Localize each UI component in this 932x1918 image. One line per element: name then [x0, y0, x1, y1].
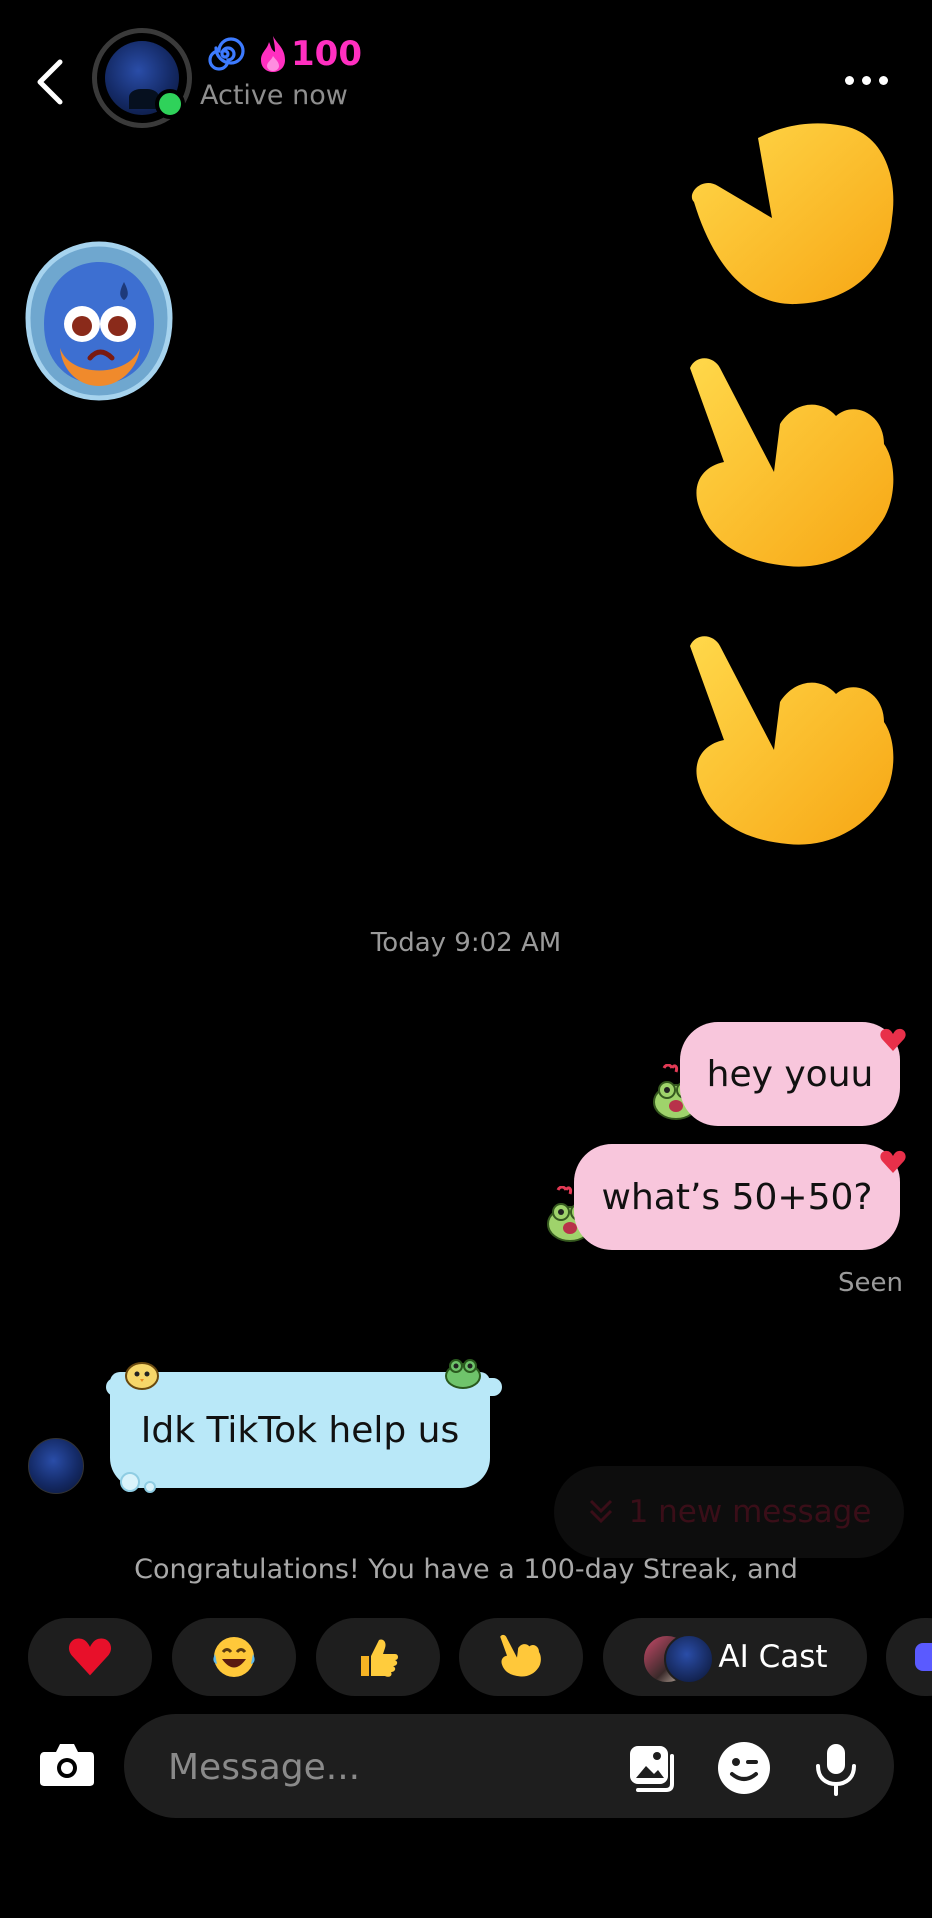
microphone-icon[interactable]: [808, 1740, 864, 1796]
message-composer[interactable]: [124, 1714, 894, 1820]
new-message-label: 1 new message: [628, 1494, 872, 1530]
new-message-pill[interactable]: 1 new message: [554, 1466, 904, 1558]
message-text: Idk TikTok help us: [140, 1409, 460, 1451]
reaction-thumbs-up[interactable]: [316, 1618, 440, 1696]
ai-cast-button[interactable]: AI Cast: [603, 1618, 867, 1696]
streak-count: 100: [291, 34, 362, 74]
message-text: what’s 50+50?: [601, 1176, 873, 1218]
pointing-hand-sticker[interactable]: [684, 632, 904, 862]
reaction-heart[interactable]: [28, 1618, 152, 1696]
more-options-button[interactable]: [838, 62, 894, 98]
my-message-bubble[interactable]: what’s 50+50?: [574, 1144, 900, 1250]
frog-sticker: [445, 1359, 481, 1389]
active-status: Active now: [200, 80, 348, 111]
emoji-face-icon[interactable]: [716, 1740, 772, 1796]
pointing-hand-icon: [500, 1634, 541, 1677]
back-button[interactable]: [28, 52, 76, 112]
reaction-more[interactable]: [886, 1618, 932, 1696]
camera-icon: [40, 1744, 94, 1786]
chevron-double-down-icon: [589, 1499, 612, 1524]
message-text: hey youu: [706, 1053, 874, 1095]
my-message-bubble[interactable]: hey youu: [680, 1022, 900, 1126]
cast-avatar: [664, 1634, 715, 1684]
more-dot: [878, 75, 888, 85]
reaction-laugh[interactable]: [172, 1618, 296, 1696]
bubble-dots-decoration: [120, 1472, 156, 1493]
message-timestamp: Today 9:02 AM: [370, 928, 562, 958]
spiral-streak-icon: [208, 37, 245, 71]
more-dot: [861, 75, 871, 85]
pointing-hand-sticker[interactable]: [684, 118, 904, 348]
more-dots-icon: [844, 75, 854, 85]
streak-badges[interactable]: 100: [205, 32, 362, 76]
reaction-pointing-hand[interactable]: [459, 1618, 583, 1696]
ai-cast-label: AI Cast: [718, 1639, 828, 1675]
profile-avatar[interactable]: [92, 28, 192, 128]
ai-cast-avatars: [642, 1634, 715, 1684]
streak-notice: Congratulations! You have a 100-day Stre…: [134, 1554, 798, 1585]
heart-icon: [68, 1638, 112, 1676]
online-indicator: [155, 89, 185, 119]
photo-icon[interactable]: [624, 1740, 680, 1796]
their-message-bubble[interactable]: Idk TikTok help us: [110, 1372, 490, 1488]
back-arrow-icon: [37, 59, 63, 105]
heart-icon: [880, 1150, 906, 1173]
camera-button[interactable]: [32, 1730, 102, 1800]
pointing-hand-sticker[interactable]: [684, 354, 904, 584]
seen-label: Seen: [838, 1268, 903, 1298]
chick-sticker: [125, 1362, 159, 1390]
heart-icon: [880, 1028, 906, 1051]
message-input[interactable]: [166, 1714, 590, 1820]
game-controller-icon: [915, 1643, 932, 1671]
sender-avatar[interactable]: [28, 1438, 84, 1494]
water-drop-sticker[interactable]: [20, 238, 178, 404]
flame-icon: [261, 36, 285, 72]
thumbs-up-icon: [361, 1639, 398, 1677]
laughing-face-icon: [213, 1637, 255, 1677]
